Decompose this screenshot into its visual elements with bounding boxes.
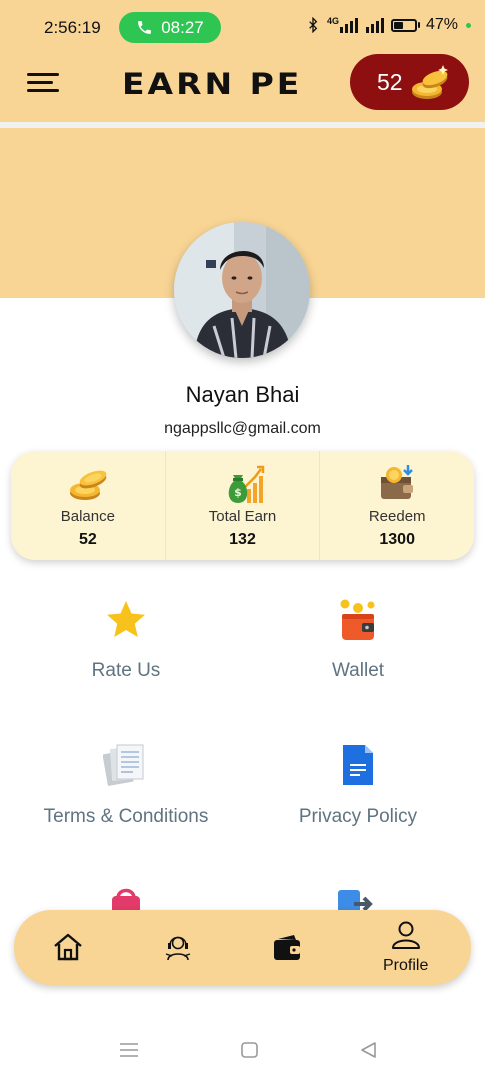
wallet-button[interactable]: Wallet [238, 598, 478, 682]
stat-balance: Balance 52 [11, 451, 165, 560]
bottom-navigation: Profile [14, 910, 471, 985]
ongoing-call-pill[interactable]: 08:27 [119, 12, 221, 43]
nav-profile[interactable] [391, 920, 421, 955]
stat-value: 1300 [379, 531, 415, 548]
svg-text:$: $ [234, 486, 242, 499]
nav-profile-label: Profile [383, 957, 429, 974]
coin-balance-button[interactable]: 52 [350, 54, 469, 110]
document-icon [343, 745, 373, 785]
wallet-icon [274, 935, 300, 960]
menu-label: Wallet [331, 660, 385, 681]
stat-label: Reedem [368, 508, 426, 525]
call-timer: 08:27 [161, 17, 204, 37]
status-time: 2:56:19 [44, 18, 101, 37]
profile-icon [392, 921, 420, 949]
star-icon [107, 601, 145, 637]
coins-icon [69, 470, 107, 500]
app-title: EARN PE [122, 65, 303, 102]
battery-icon [390, 18, 420, 32]
home-icon [54, 933, 82, 961]
signal-icon [339, 18, 358, 33]
stat-total-earn: $ Total Earn 132 [164, 451, 320, 560]
wallet-icon [340, 599, 375, 640]
system-navigation-bar [0, 1020, 485, 1080]
privacy-policy-button[interactable]: Privacy Policy [238, 742, 478, 828]
rate-us-button[interactable]: Rate Us [6, 598, 246, 682]
support-agent-icon [165, 936, 191, 961]
wallet-redeem-icon [381, 465, 414, 499]
nav-wallet[interactable] [272, 934, 302, 967]
hamburger-menu-icon[interactable] [27, 71, 61, 97]
stat-value: 52 [78, 531, 97, 548]
money-bag-growth-icon: $ [228, 465, 264, 503]
profile-avatar[interactable] [174, 222, 310, 358]
stat-value: 132 [229, 531, 256, 548]
signal-icon [365, 18, 384, 33]
stat-label: Balance [60, 508, 115, 525]
documents-icon [103, 744, 144, 787]
network-type-label: 4G [326, 16, 339, 26]
nav-home[interactable] [52, 932, 84, 967]
profile-email: ngappsllc@gmail.com [164, 420, 321, 437]
status-bar: 2:56:19 08:27 4G 47% [0, 0, 485, 54]
home-button-icon[interactable] [241, 1042, 258, 1058]
back-icon[interactable] [360, 1042, 376, 1058]
menu-label: Rate Us [91, 660, 161, 681]
phone-icon [138, 21, 152, 34]
app-header: EARN PE 52 [0, 54, 485, 122]
recent-apps-icon[interactable] [120, 1042, 138, 1058]
terms-conditions-button[interactable]: Terms & Conditions [6, 742, 246, 828]
coins-icon [411, 65, 448, 99]
coin-count: 52 [377, 68, 403, 95]
profile-name: Nayan Bhai [185, 382, 300, 407]
nav-support[interactable] [162, 932, 194, 967]
charging-dot-icon [466, 22, 471, 28]
stat-redeem: Reedem 1300 [319, 451, 474, 560]
stats-card: Balance 52 $ Total Earn 132 Reedem 1300 [11, 451, 474, 560]
stat-label: Total Earn [208, 508, 277, 525]
menu-label: Terms & Conditions [43, 806, 209, 827]
bluetooth-icon [309, 17, 318, 33]
battery-percent: 47% [425, 16, 458, 33]
menu-label: Privacy Policy [298, 806, 418, 827]
